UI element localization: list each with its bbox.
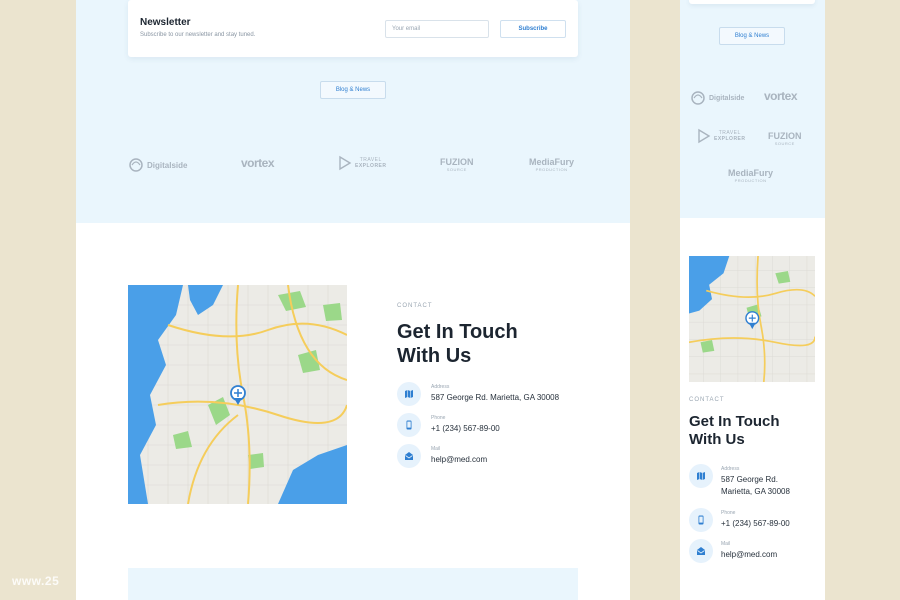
contact-label: CONTACT xyxy=(397,303,433,309)
travel-explorer-icon xyxy=(339,155,352,171)
desktop-frame: Newsletter Subscribe to our newsletter a… xyxy=(76,0,630,600)
logo-mediafury: MediaFury PRODUCTION xyxy=(529,157,574,172)
mobile-logo-fuzion-text: FUZION xyxy=(768,131,802,141)
mobile-logo-vortex: vortex xyxy=(764,89,798,103)
mobile-address-line1: 587 George Rd. xyxy=(721,475,778,484)
logo-digitalside: Digitalside xyxy=(128,157,187,173)
mobile-blog-news-button[interactable]: Blog & News xyxy=(719,27,785,45)
mobile-logo-fuzion-sub: SOURCE xyxy=(774,141,795,146)
logo-mediafury-text: MediaFury xyxy=(529,157,575,167)
phone-icon xyxy=(689,508,713,532)
address-value: 587 George Rd. Marietta, GA 30008 xyxy=(431,393,560,402)
mobile-logo-travel-explorer: TRAVEL EXPLORER xyxy=(697,128,746,144)
mobile-contact-mail: Mail help@med.com xyxy=(689,539,777,563)
mobile-newsletter-card xyxy=(689,0,815,4)
contact-phone: Phone +1 (234) 567-89-00 xyxy=(397,413,500,437)
newsletter-email-input[interactable]: Your email xyxy=(385,20,489,38)
mail-value[interactable]: help@med.com xyxy=(431,454,487,466)
mobile-logo-mediafury: MediaFury PRODUCTION xyxy=(728,168,773,183)
mobile-logo-mediafury-text: MediaFury xyxy=(728,168,774,178)
mobile-address-line2: Marietta, GA 30008 xyxy=(721,487,790,496)
mobile-mail-value[interactable]: help@med.com xyxy=(721,549,777,561)
subscribe-button[interactable]: Subscribe xyxy=(500,20,566,38)
logo-vortex: vortex xyxy=(241,156,275,170)
mobile-location-map[interactable] xyxy=(689,256,815,382)
digitalside-icon xyxy=(691,91,705,105)
contact-title-line1: Get In Touch xyxy=(397,321,518,343)
mail-caption: Mail xyxy=(431,446,441,452)
mobile-contact-label: CONTACT xyxy=(689,397,725,403)
logo-vortex-text: vortex xyxy=(241,156,275,170)
map-icon xyxy=(689,464,713,488)
mobile-logo-digitalside: Digitalside xyxy=(690,90,744,106)
mobile-phone-caption: Phone xyxy=(721,510,736,516)
map-graphic xyxy=(128,285,347,504)
logo-travel-explorer: TRAVEL EXPLORER xyxy=(338,155,387,171)
watermark: www.25 xyxy=(12,574,60,588)
mobile-mail-caption: Mail xyxy=(721,541,731,547)
mail-icon xyxy=(397,444,421,468)
map-icon xyxy=(397,382,421,406)
logo-explorer-text: EXPLORER xyxy=(355,163,387,169)
mobile-frame: Blog & News Digitalside vortex TRAVEL EX… xyxy=(680,0,825,600)
logo-fuzion-sub: SOURCE xyxy=(446,167,467,172)
newsletter-title: Newsletter xyxy=(140,17,191,28)
contact-address: Address 587 George Rd. Marietta, GA 3000… xyxy=(397,382,559,406)
newsletter-card: Newsletter Subscribe to our newsletter a… xyxy=(128,0,578,57)
logo-digitalside-text: Digitalside xyxy=(147,160,188,170)
travel-explorer-icon xyxy=(698,128,711,144)
mobile-contact-address: Address 587 George Rd. Marietta, GA 3000… xyxy=(689,464,790,498)
logo-fuzion-text: FUZION xyxy=(440,157,474,167)
mobile-logo-digitalside-text: Digitalside xyxy=(709,94,745,102)
mobile-address-caption: Address xyxy=(721,466,740,472)
phone-value[interactable]: +1 (234) 567-89-00 xyxy=(431,423,500,435)
mobile-phone-value[interactable]: +1 (234) 567-89-00 xyxy=(721,518,790,530)
mobile-logo-vortex-text: vortex xyxy=(764,89,798,103)
logo-mediafury-sub: PRODUCTION xyxy=(535,167,568,172)
mobile-logo-explorer-text: EXPLORER xyxy=(714,136,746,142)
mobile-contact-phone: Phone +1 (234) 567-89-00 xyxy=(689,508,790,532)
phone-caption: Phone xyxy=(431,415,446,421)
address-caption: Address xyxy=(431,384,450,390)
mobile-top-section: Blog & News Digitalside vortex TRAVEL EX… xyxy=(680,0,825,218)
mobile-contact-title: Get In Touch With Us xyxy=(689,413,780,449)
logo-fuzion: FUZION SOURCE xyxy=(440,157,474,172)
mobile-logo-mediafury-sub: PRODUCTION xyxy=(734,178,767,183)
contact-mail: Mail help@med.com xyxy=(397,444,487,468)
newsletter-subtitle: Subscribe to our newsletter and stay tun… xyxy=(140,32,256,38)
desktop-next-section xyxy=(128,568,578,600)
blog-news-button[interactable]: Blog & News xyxy=(320,81,386,99)
mobile-contact-title-line2: With Us xyxy=(689,431,745,448)
desktop-top-section: Newsletter Subscribe to our newsletter a… xyxy=(76,0,630,223)
mobile-logo-fuzion: FUZION SOURCE xyxy=(768,131,802,146)
mobile-contact-title-line1: Get In Touch xyxy=(689,413,780,430)
mobile-map-graphic xyxy=(689,256,815,382)
contact-title: Get In Touch With Us xyxy=(397,320,518,368)
location-map[interactable] xyxy=(128,285,347,504)
mail-icon xyxy=(689,539,713,563)
phone-icon xyxy=(397,413,421,437)
digitalside-icon xyxy=(129,158,143,172)
contact-title-line2: With Us xyxy=(397,345,472,367)
